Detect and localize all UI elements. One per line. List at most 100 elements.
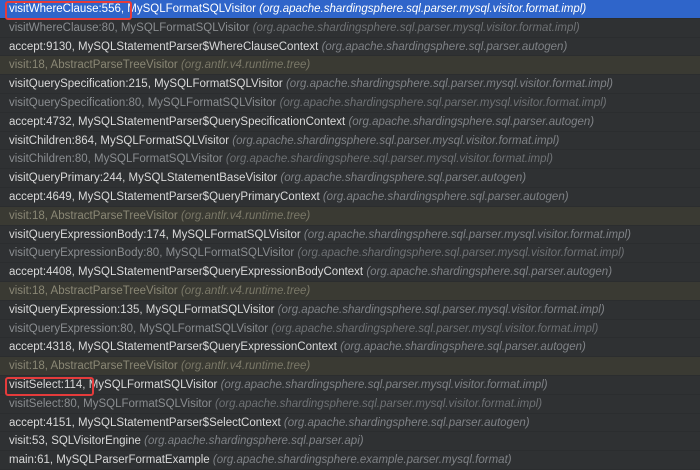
frame-class: MySQLFormatSQLVisitor — [97, 134, 233, 147]
stack-frame-row[interactable]: accept:4318, MySQLStatementParser$QueryE… — [0, 338, 700, 358]
frame-class: MySQLStatementParser$QueryExpressionCont… — [74, 341, 341, 354]
frame-package: (org.antlr.v4.runtime.tree) — [180, 209, 311, 222]
frame-method: visitChildren:864, — [9, 134, 98, 147]
frame-package: (org.apache.shardingsphere.sql.parser.my… — [259, 3, 587, 15]
frame-method: accept:9130, — [9, 40, 75, 53]
stack-frame-row[interactable]: visit:53, SQLVisitorEngine (org.apache.s… — [0, 432, 700, 452]
frame-method: accept:4408, — [9, 266, 75, 279]
frame-class: MySQLFormatSQLVisitor — [79, 397, 216, 410]
frame-class: SQLVisitorEngine — [48, 435, 145, 448]
frame-method: accept:4649, — [9, 190, 75, 203]
frame-package: (org.apache.shardingsphere.sql.parser.my… — [252, 21, 580, 34]
frame-package: (org.apache.shardingsphere.sql.parser.my… — [220, 378, 548, 391]
frame-package: (org.apache.shardingsphere.sql.parser.my… — [271, 322, 599, 335]
stack-frame-row[interactable]: accept:4408, MySQLStatementParser$QueryE… — [0, 263, 700, 282]
frame-method: visitQuerySpecification:80, — [9, 96, 145, 109]
frame-class: MySQLParserFormatExample — [53, 454, 213, 467]
frame-package: (org.apache.shardingsphere.sql.parser.my… — [277, 303, 605, 316]
stack-frame-row[interactable]: visitQueryExpression:80, MySQLFormatSQLV… — [0, 320, 700, 339]
frame-package: (org.apache.shardingsphere.sql.parser.my… — [225, 153, 553, 166]
frame-class: MySQLFormatSQLVisitor — [90, 153, 226, 166]
stack-frame-row[interactable]: visitWhereClause:556, MySQLFormatSQLVisi… — [0, 0, 700, 19]
stack-frame-row[interactable]: visit:18, AbstractParseTreeVisitor (org.… — [0, 281, 700, 301]
stack-frame-row[interactable]: visitSelect:114, MySQLFormatSQLVisitor (… — [0, 376, 700, 395]
frame-package: (org.apache.shardingsphere.sql.parser.au… — [283, 416, 530, 429]
stack-frame-row[interactable]: visitSelect:80, MySQLFormatSQLVisitor (o… — [0, 395, 700, 414]
frame-class: MySQLFormatSQLVisitor — [144, 96, 280, 109]
stack-frame-row[interactable]: visitQueryPrimary:244, MySQLStatementBas… — [0, 169, 700, 188]
frame-class: AbstractParseTreeVisitor — [48, 209, 181, 222]
frame-package: (org.apache.shardingsphere.sql.parser.my… — [232, 134, 560, 147]
stack-frame-row[interactable]: visitChildren:80, MySQLFormatSQLVisitor … — [0, 150, 700, 170]
frame-method: visitQueryExpression:80, — [9, 322, 137, 335]
stack-frame-row[interactable]: visitQuerySpecification:215, MySQLFormat… — [0, 75, 700, 94]
frame-class: MySQLFormatSQLVisitor — [85, 378, 221, 391]
frame-method: visitChildren:80, — [9, 153, 91, 166]
frame-method: main:61, — [9, 454, 54, 467]
frame-class: MySQLFormatSQLVisitor — [136, 322, 272, 335]
frame-class: MySQLStatementParser$QueryExpressionBody… — [74, 266, 367, 279]
frame-method: visitSelect:80, — [9, 397, 80, 410]
frame-method: accept:4732, — [9, 115, 75, 128]
frame-method: visitQueryExpressionBody:80, — [9, 247, 163, 260]
frame-method: visitWhereClause:80, — [9, 21, 118, 34]
frame-package: (org.apache.shardingsphere.sql.parser.au… — [348, 115, 595, 128]
frame-package: (org.antlr.v4.runtime.tree) — [180, 59, 311, 72]
stack-frame-row[interactable]: visitQueryExpression:135, MySQLFormatSQL… — [0, 301, 700, 320]
frame-method: accept:4318, — [9, 341, 75, 354]
frame-class: AbstractParseTreeVisitor — [48, 284, 181, 297]
stack-frame-row[interactable]: visitChildren:864, MySQLFormatSQLVisitor… — [0, 132, 700, 151]
frame-package: (org.apache.shardingsphere.sql.parser.au… — [366, 266, 613, 279]
frame-class: MySQLFormatSQLVisitor — [162, 247, 298, 260]
stack-frame-row[interactable]: accept:9130, MySQLStatementParser$WhereC… — [0, 38, 700, 57]
frame-class: AbstractParseTreeVisitor — [48, 360, 181, 373]
stack-frame-row[interactable]: visitQueryExpressionBody:174, MySQLForma… — [0, 226, 700, 245]
stack-frame-row[interactable]: visitWhereClause:80, MySQLFormatSQLVisit… — [0, 19, 700, 38]
frame-method: visit:18, — [9, 59, 48, 72]
frame-package: (org.apache.shardingsphere.sql.parser.au… — [280, 172, 527, 185]
frame-class: MySQLFormatSQLVisitor — [150, 78, 286, 91]
frame-class: MySQLFormatSQLVisitor — [168, 228, 304, 241]
frame-class: MySQLStatementParser$QueryPrimaryContext — [74, 190, 323, 203]
frame-method: visit:53, — [9, 435, 48, 448]
frame-class: MySQLStatementBaseVisitor — [125, 172, 281, 185]
frame-class: MySQLStatementParser$SelectContext — [74, 416, 284, 429]
frame-method: visitQueryPrimary:244, — [9, 172, 126, 185]
frame-method: visit:18, — [9, 284, 48, 297]
frame-method: visitSelect:114, — [9, 378, 86, 391]
frame-class: MySQLFormatSQLVisitor — [142, 303, 278, 316]
stack-frame-row[interactable]: visit:18, AbstractParseTreeVisitor (org.… — [0, 56, 700, 76]
frame-package: (org.apache.shardingsphere.sql.parser.au… — [321, 40, 568, 53]
frame-package: (org.antlr.v4.runtime.tree) — [180, 284, 311, 297]
frame-method: accept:4151, — [9, 416, 75, 429]
stack-frame-row[interactable]: accept:4151, MySQLStatementParser$Select… — [0, 414, 700, 433]
frame-method: visitQueryExpression:135, — [9, 303, 143, 316]
frame-method: visitWhereClause:556, — [9, 3, 125, 15]
stack-frames-list: visitWhereClause:556, MySQLFormatSQLVisi… — [0, 0, 700, 470]
frame-method: visitQuerySpecification:215, — [9, 78, 151, 91]
frame-package: (org.apache.shardingsphere.sql.parser.ap… — [144, 435, 364, 448]
frame-package: (org.antlr.v4.runtime.tree) — [180, 360, 311, 373]
frame-package: (org.apache.shardingsphere.sql.parser.my… — [303, 228, 631, 241]
stack-frame-row[interactable]: visit:18, AbstractParseTreeVisitor (org.… — [0, 206, 700, 226]
frame-method: visitQueryExpressionBody:174, — [9, 228, 169, 241]
frame-class: MySQLStatementParser$WhereClauseContext — [74, 40, 322, 53]
frame-method: visit:18, — [9, 360, 48, 373]
stack-frame-row[interactable]: accept:4649, MySQLStatementParser$QueryP… — [0, 188, 700, 207]
frame-package: (org.apache.shardingsphere.sql.parser.my… — [215, 397, 543, 410]
frame-class: MySQLStatementParser$QuerySpecificationC… — [74, 115, 349, 128]
frame-package: (org.apache.shardingsphere.sql.parser.my… — [279, 96, 607, 109]
frame-package: (org.apache.shardingsphere.sql.parser.my… — [285, 78, 613, 91]
frame-package: (org.apache.shardingsphere.example.parse… — [212, 454, 512, 467]
stack-frame-row[interactable]: visitQuerySpecification:80, MySQLFormatS… — [0, 94, 700, 113]
stack-frame-row[interactable]: visit:18, AbstractParseTreeVisitor (org.… — [0, 357, 700, 376]
frame-package: (org.apache.shardingsphere.sql.parser.au… — [322, 190, 569, 203]
stack-frame-row[interactable]: visitQueryExpressionBody:80, MySQLFormat… — [0, 244, 700, 264]
frame-class: MySQLFormatSQLVisitor — [117, 21, 253, 34]
stack-frame-row[interactable]: main:61, MySQLParserFormatExample (org.a… — [0, 451, 700, 470]
stack-frame-row[interactable]: accept:4732, MySQLStatementParser$QueryS… — [0, 113, 700, 132]
frame-method: visit:18, — [9, 209, 48, 222]
frame-class: MySQLFormatSQLVisitor — [124, 3, 260, 15]
frame-class: AbstractParseTreeVisitor — [48, 59, 181, 72]
frame-package: (org.apache.shardingsphere.sql.parser.au… — [340, 341, 586, 354]
